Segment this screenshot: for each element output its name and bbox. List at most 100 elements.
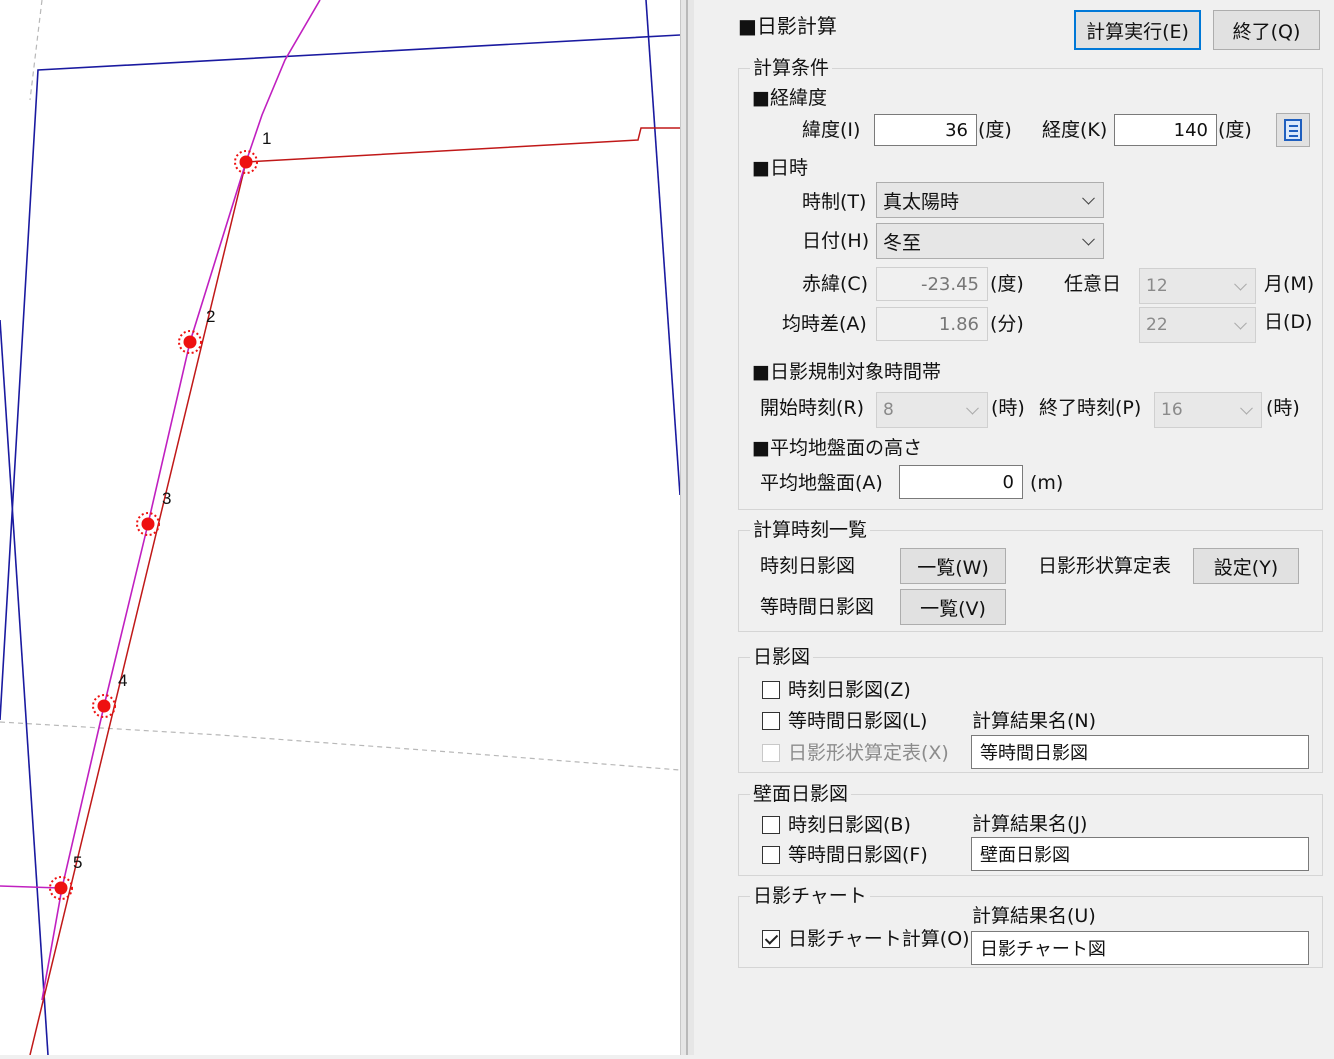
shadow-contour-line xyxy=(41,0,321,1001)
date-value: 冬至 xyxy=(883,231,922,254)
point-label: 5 xyxy=(73,853,82,872)
guide-line-horizontal xyxy=(0,721,681,771)
building-edge-left xyxy=(0,319,49,1056)
start-time-label: 開始時刻(R) xyxy=(760,397,865,419)
month-value: 12 xyxy=(1146,276,1168,296)
end-time-unit: (時) xyxy=(1266,397,1300,419)
chevron-down-icon xyxy=(1234,277,1247,291)
date-select[interactable]: 冬至 xyxy=(876,223,1104,259)
datetime-heading: ■日時 xyxy=(752,157,808,179)
boundary-line-diagonal xyxy=(29,161,247,1056)
start-time-select[interactable]: 8 xyxy=(876,392,988,428)
latitude-input[interactable]: 36 xyxy=(874,114,977,146)
timesystem-select[interactable]: 真太陽時 xyxy=(876,182,1104,218)
document-list-icon xyxy=(1284,119,1302,141)
eot-input[interactable]: 1.86 xyxy=(876,307,988,341)
shape-table-checkbox[interactable] xyxy=(762,744,780,762)
declination-label: 赤緯(C) xyxy=(802,273,869,295)
longitude-label: 経度(K) xyxy=(1042,119,1108,141)
date-label: 日付(H) xyxy=(802,230,870,252)
ground-height-input[interactable]: 0 xyxy=(899,465,1023,499)
time-list-title: 計算時刻一覧 xyxy=(750,518,871,542)
start-time-unit: (時) xyxy=(991,397,1025,419)
ground-unit: (m) xyxy=(1030,472,1064,494)
wall-shadow-result-label: 計算結果名(J) xyxy=(972,813,1088,835)
ground-heading: ■平均地盤面の高さ xyxy=(752,437,922,459)
longitude-input[interactable]: 140 xyxy=(1114,114,1217,146)
shadow-map-result-label: 計算結果名(N) xyxy=(972,710,1097,732)
timeband-heading: ■日影規制対象時間帯 xyxy=(752,361,941,383)
wall-time-shadow-checkbox-label[interactable]: 時刻日影図(B) xyxy=(788,813,911,837)
shadow-map-title: 日影図 xyxy=(750,645,814,669)
building-outline xyxy=(0,34,681,721)
start-time-value: 8 xyxy=(883,400,894,420)
shadow-chart-result-label: 計算結果名(U) xyxy=(972,905,1096,927)
measurement-point-5[interactable]: 5 xyxy=(49,853,82,900)
shape-table-label: 日影形状算定表 xyxy=(1038,555,1172,577)
equal-time-checkbox[interactable] xyxy=(762,712,780,730)
declination-unit: (度) xyxy=(990,273,1024,295)
end-time-value: 16 xyxy=(1161,400,1183,420)
shadow-calc-panel: ■日影計算 計算実行(E) 終了(Q) 計算条件 ■経緯度 緯度(I) 36 (… xyxy=(694,0,1334,1055)
chevron-down-icon xyxy=(1082,232,1095,246)
point-marker-dot xyxy=(239,155,253,169)
shadow-chart-checkbox-label[interactable]: 日影チャート計算(O) xyxy=(788,927,970,951)
point-label: 2 xyxy=(206,307,215,326)
month-select[interactable]: 12 xyxy=(1139,268,1256,304)
equal-time-checkbox-label[interactable]: 等時間日影図(L) xyxy=(788,709,927,733)
point-label: 3 xyxy=(162,489,171,508)
day-value: 22 xyxy=(1146,315,1168,335)
wall-equal-time-checkbox-label[interactable]: 等時間日影図(F) xyxy=(788,843,928,867)
chevron-down-icon xyxy=(966,401,979,415)
measurement-point-2[interactable]: 2 xyxy=(178,307,215,354)
point-marker-dot xyxy=(183,335,197,349)
location-picker-button[interactable] xyxy=(1276,113,1310,147)
point-marker-dot xyxy=(141,517,155,531)
site-plan-drawing[interactable]: 1 2 3 4 5 xyxy=(0,0,681,1056)
building-edge-right xyxy=(645,0,681,496)
longitude-unit: (度) xyxy=(1218,119,1252,141)
latlon-heading: ■経緯度 xyxy=(752,87,827,109)
checkmark-icon xyxy=(764,931,779,945)
chevron-down-icon xyxy=(1240,401,1253,415)
shape-table-checkbox-label[interactable]: 日影形状算定表(X) xyxy=(788,741,949,765)
anyday-label: 任意日 xyxy=(1064,273,1122,295)
wall-equal-time-checkbox[interactable] xyxy=(762,846,780,864)
time-shadow-list-button[interactable]: 一覧(W) xyxy=(900,548,1006,584)
end-time-select[interactable]: 16 xyxy=(1154,392,1262,428)
wall-shadow-result-input[interactable]: 壁面日影図 xyxy=(971,837,1309,871)
declination-input[interactable]: -23.45 xyxy=(876,267,988,301)
point-marker-dot xyxy=(54,881,68,895)
time-shadow-checkbox-label[interactable]: 時刻日影図(Z) xyxy=(788,678,911,702)
eot-label: 均時差(A) xyxy=(782,313,867,335)
shadow-chart-result-input[interactable]: 日影チャート図 xyxy=(971,931,1309,965)
shape-table-settings-button[interactable]: 設定(Y) xyxy=(1193,548,1299,584)
calc-conditions-title: 計算条件 xyxy=(750,56,833,80)
panel-title: ■日影計算 xyxy=(738,14,837,38)
equal-time-list-button[interactable]: 一覧(V) xyxy=(900,589,1006,625)
ground-label: 平均地盤面(A) xyxy=(760,472,883,494)
measurement-point-1[interactable]: 1 xyxy=(234,129,271,174)
latitude-unit: (度) xyxy=(978,119,1012,141)
timesystem-value: 真太陽時 xyxy=(883,190,960,213)
end-time-label: 終了時刻(P) xyxy=(1039,397,1142,419)
wall-time-shadow-checkbox[interactable] xyxy=(762,816,780,834)
shadow-map-result-input[interactable]: 等時間日影図 xyxy=(971,735,1309,769)
wall-shadow-title: 壁面日影図 xyxy=(750,782,852,806)
point-label: 1 xyxy=(262,129,271,148)
chevron-down-icon xyxy=(1234,316,1247,330)
equal-time-label: 等時間日影図 xyxy=(760,596,875,618)
splitter-grip[interactable] xyxy=(686,0,688,1055)
run-calc-button[interactable]: 計算実行(E) xyxy=(1074,10,1201,50)
exit-button[interactable]: 終了(Q) xyxy=(1213,10,1320,50)
day-select[interactable]: 22 xyxy=(1139,307,1256,343)
shadow-chart-checkbox[interactable] xyxy=(762,930,780,948)
latitude-label: 緯度(I) xyxy=(802,119,861,141)
shadow-chart-title: 日影チャート xyxy=(750,884,870,908)
time-shadow-checkbox[interactable] xyxy=(762,681,780,699)
time-shadow-label: 時刻日影図 xyxy=(760,555,856,577)
point-marker-dot xyxy=(97,699,111,713)
panel-splitter[interactable] xyxy=(680,0,695,1055)
drawing-canvas[interactable]: 1 2 3 4 5 xyxy=(0,0,681,1056)
day-unit: 日(D) xyxy=(1264,311,1313,333)
